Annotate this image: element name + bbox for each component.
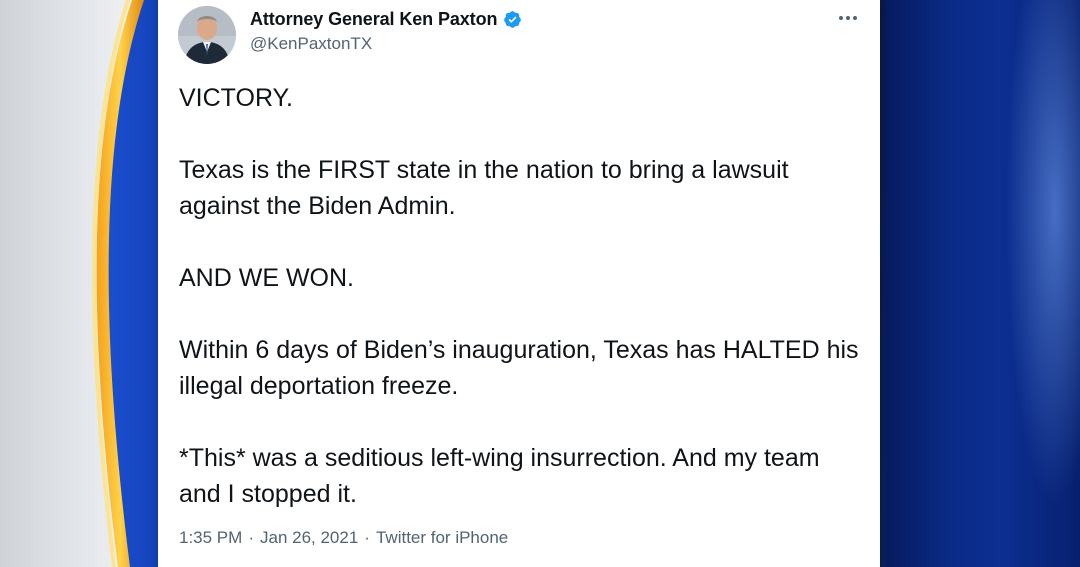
background-right <box>880 0 1080 567</box>
tweet-paragraph: Within 6 days of Biden’s inauguration, T… <box>179 336 859 400</box>
background-right-edge <box>880 0 886 567</box>
tweet-source[interactable]: Twitter for iPhone <box>376 528 508 548</box>
tweet-body: VICTORY. Texas is the FIRST state in the… <box>179 80 859 512</box>
tweet-card: Attorney General Ken Paxton @KenPaxtonTX… <box>158 0 880 567</box>
more-options-icon <box>839 16 843 20</box>
tweet-date[interactable]: Jan 26, 2021 <box>260 528 358 548</box>
tweet-paragraph: *This* was a seditious left-wing insurre… <box>179 444 820 508</box>
tweet-time[interactable]: 1:35 PM <box>179 528 242 548</box>
more-options-icon-dot <box>853 16 857 20</box>
display-name[interactable]: Attorney General Ken Paxton <box>250 9 497 30</box>
avatar-portrait-icon <box>178 6 236 64</box>
name-row: Attorney General Ken Paxton <box>250 9 522 30</box>
verified-badge-icon <box>503 10 522 29</box>
avatar[interactable] <box>178 6 236 64</box>
tweet-paragraph: AND WE WON. <box>179 264 354 292</box>
screenshot-stage: Attorney General Ken Paxton @KenPaxtonTX… <box>0 0 1080 567</box>
tweet-paragraph: Texas is the FIRST state in the nation t… <box>179 156 789 220</box>
tweet-metadata: 1:35 PM · Jan 26, 2021 · Twitter for iPh… <box>179 528 508 548</box>
tweet-paragraph: VICTORY. <box>179 84 293 112</box>
more-options-button[interactable] <box>834 6 862 30</box>
meta-separator: · <box>364 528 370 547</box>
meta-separator: · <box>248 528 254 547</box>
user-handle[interactable]: @KenPaxtonTX <box>250 34 372 54</box>
more-options-icon-dot <box>846 16 850 20</box>
